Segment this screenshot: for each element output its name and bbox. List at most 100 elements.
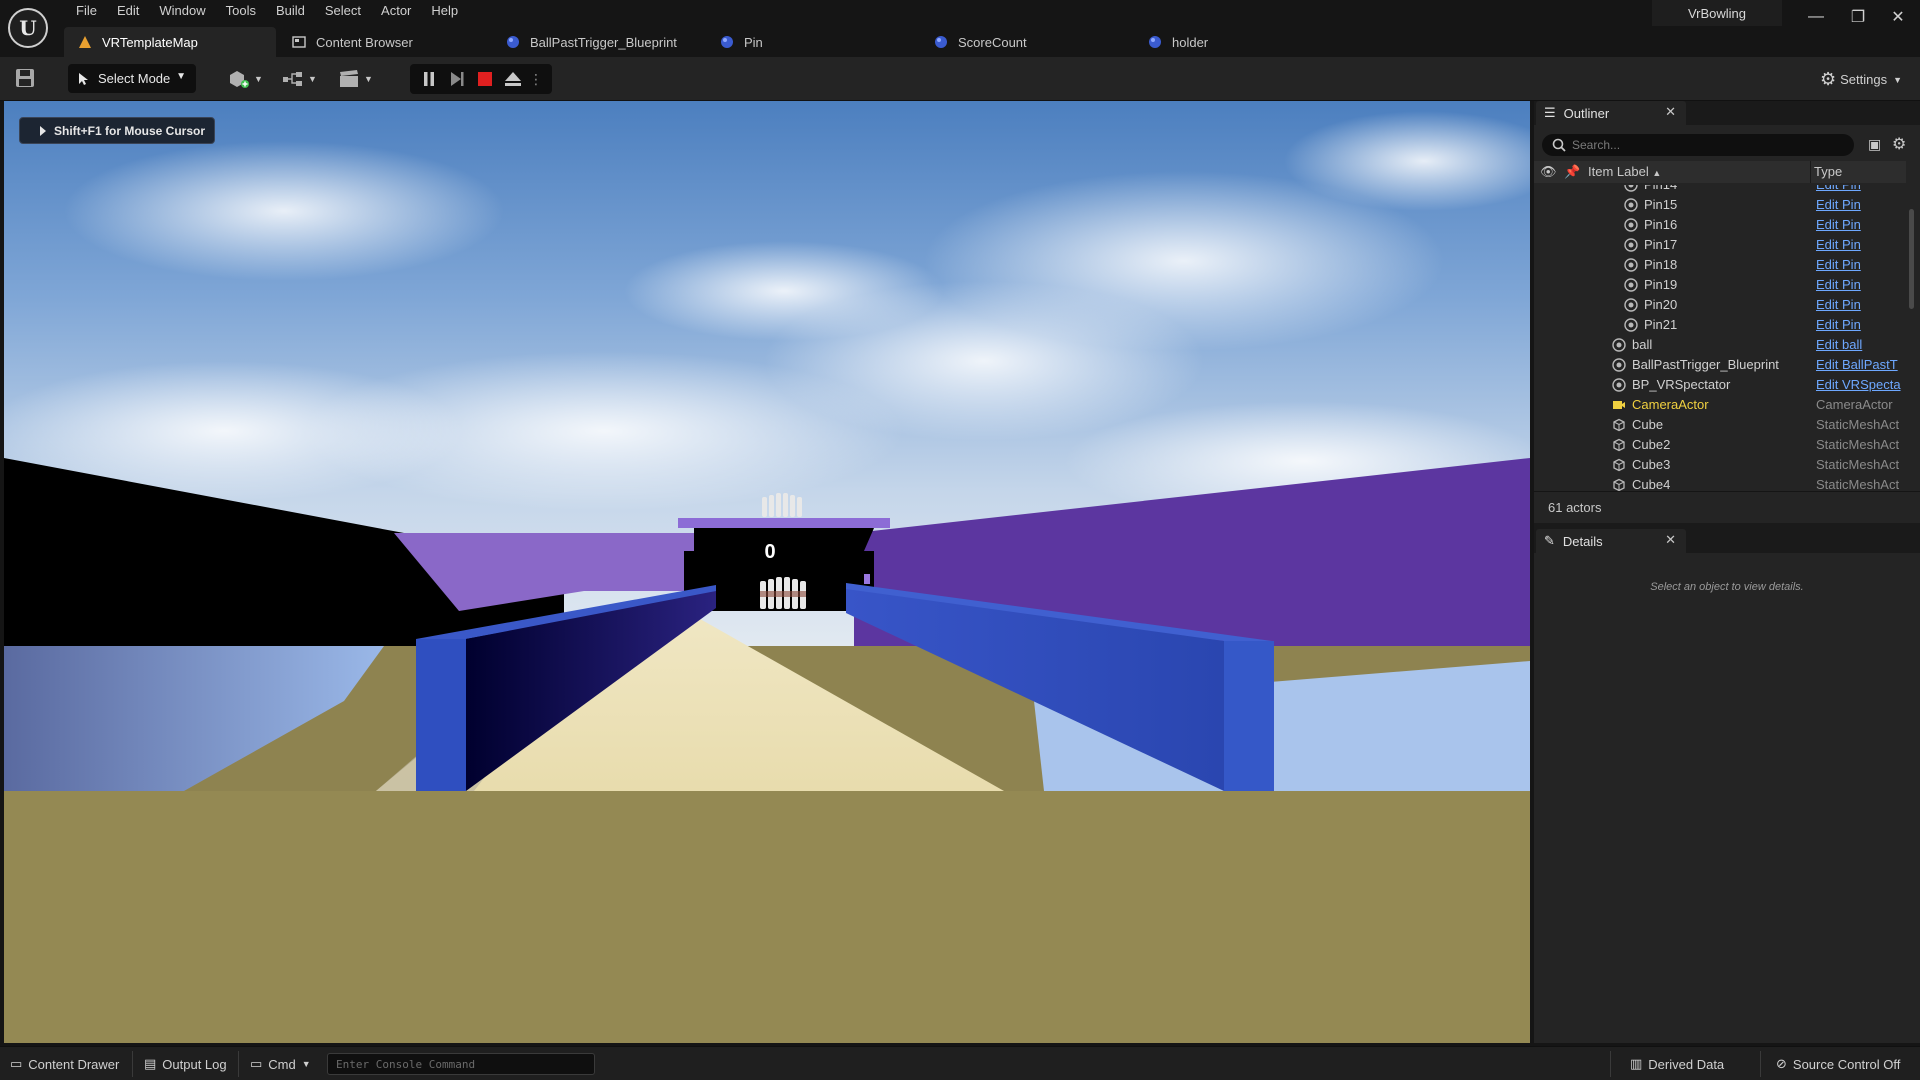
blueprint-actor-icon <box>1624 298 1638 312</box>
menu-select[interactable]: Select <box>315 0 371 24</box>
tab-scorecount[interactable]: ScoreCount <box>920 27 1132 57</box>
cinematics-button[interactable]: ▼ <box>338 67 373 91</box>
outliner-row[interactable]: BallPastTrigger_Blueprint Edit BallPastT <box>1534 355 1906 375</box>
save-icon[interactable] <box>14 67 36 89</box>
camera-icon <box>1612 398 1626 412</box>
outliner-row[interactable]: Pin21 Edit Pin <box>1534 315 1906 335</box>
tab-holder[interactable]: holder <box>1134 27 1346 57</box>
pause-button[interactable] <box>418 68 440 90</box>
tab-content-browser[interactable]: Content Browser <box>278 27 490 57</box>
outliner-row[interactable]: Cube StaticMeshAct <box>1534 415 1906 435</box>
close-icon[interactable]: ✕ <box>1665 532 1676 548</box>
play-options-button[interactable]: ⋮ <box>528 68 544 90</box>
outliner-row-label: Cube3 <box>1632 457 1671 472</box>
edit-blueprint-link[interactable]: Edit BallPastT <box>1816 357 1906 372</box>
edit-blueprint-link[interactable]: Edit Pin <box>1816 185 1906 192</box>
edit-blueprint-link[interactable]: Edit Pin <box>1816 277 1906 292</box>
outliner-row[interactable]: CameraActor CameraActor <box>1534 395 1906 415</box>
menu-tools[interactable]: Tools <box>216 0 266 24</box>
chevron-down-icon: ▼ <box>254 74 263 84</box>
edit-blueprint-link[interactable]: Edit Pin <box>1816 197 1906 212</box>
chevron-down-icon: ▼ <box>364 74 373 84</box>
item-label-column[interactable]: Item Label ▲ <box>1588 164 1661 179</box>
menu-edit[interactable]: Edit <box>107 0 149 24</box>
details-empty-message: Select an object to view details. <box>1650 581 1804 593</box>
tab-vrtemplatemap[interactable]: VRTemplateMap <box>64 27 276 57</box>
close-window-button[interactable]: ✕ <box>1878 0 1918 34</box>
separator <box>1760 1051 1761 1077</box>
close-icon[interactable]: ✕ <box>1665 104 1676 120</box>
edit-blueprint-link[interactable]: Edit Pin <box>1816 257 1906 272</box>
menu-window[interactable]: Window <box>149 0 215 24</box>
add-folder-icon[interactable]: ▣ <box>1868 136 1881 153</box>
blueprint-icon <box>1149 36 1161 48</box>
blueprints-button[interactable]: ▼ <box>282 67 317 91</box>
menu-build[interactable]: Build <box>266 0 315 24</box>
outliner-row[interactable]: Cube3 StaticMeshAct <box>1534 455 1906 475</box>
outliner-row[interactable]: ball Edit ball <box>1534 335 1906 355</box>
edit-blueprint-link[interactable]: Edit Pin <box>1816 297 1906 312</box>
edit-blueprint-link[interactable]: Edit ball <box>1816 337 1906 352</box>
menu-file[interactable]: File <box>66 0 107 24</box>
gear-icon[interactable]: ⚙ <box>1892 134 1906 154</box>
add-actor-button[interactable]: ▼ <box>228 67 263 91</box>
output-log-button[interactable]: ▤ Output Log <box>144 1056 227 1072</box>
tab-pin[interactable]: Pin <box>706 27 918 57</box>
eject-button[interactable] <box>502 68 524 90</box>
outliner-row-label: Pin18 <box>1644 257 1678 272</box>
details-panel: Select an object to view details. <box>1534 553 1920 1043</box>
pin-icon[interactable]: 📌 <box>1564 164 1580 180</box>
blueprint-actor-icon <box>1624 318 1638 332</box>
tab-ballpasttrigger-blueprint[interactable]: BallPastTrigger_Blueprint <box>492 27 704 57</box>
source-control-label: Source Control Off <box>1792 1056 1901 1072</box>
settings-dropdown[interactable]: ⚙ Settings ▼ <box>1820 69 1902 90</box>
outliner-row[interactable]: Pin14 Edit Pin <box>1534 185 1906 195</box>
unreal-logo-icon[interactable]: U <box>8 8 48 48</box>
mouse-hint-label: Shift+F1 for Mouse Cursor <box>54 123 206 138</box>
menu-actor[interactable]: Actor <box>371 0 421 24</box>
mouse-cursor-hint[interactable]: Shift+F1 for Mouse Cursor <box>19 117 215 144</box>
source-control-button[interactable]: ⊘ Source Control Off <box>1776 1056 1900 1072</box>
details-title: Details <box>1562 533 1603 549</box>
viewport-scene <box>4 101 1530 1043</box>
cmd-label: Cmd <box>268 1056 296 1072</box>
outliner-tab[interactable]: ☰ Outliner ✕ <box>1536 101 1686 125</box>
derived-data-label: Derived Data <box>1648 1056 1725 1072</box>
outliner-row[interactable]: Pin20 Edit Pin <box>1534 295 1906 315</box>
cmd-dropdown[interactable]: ▭ Cmd ▼ <box>250 1056 311 1072</box>
column-divider[interactable] <box>1810 161 1811 183</box>
content-drawer-button[interactable]: ▭ Content Drawer <box>10 1056 119 1072</box>
derived-data-button[interactable]: ▥ Derived Data <box>1630 1056 1724 1072</box>
edit-blueprint-link[interactable]: Edit Pin <box>1816 317 1906 332</box>
frame-skip-button[interactable] <box>446 68 468 90</box>
outliner-row[interactable]: Pin17 Edit Pin <box>1534 235 1906 255</box>
play-controls: ⋮ <box>410 64 552 94</box>
outliner-row[interactable]: Cube4 StaticMeshAct <box>1534 475 1906 491</box>
outliner-row[interactable]: Cube2 StaticMeshAct <box>1534 435 1906 455</box>
outliner-search-input[interactable]: Search... <box>1542 134 1854 156</box>
separator <box>238 1051 239 1077</box>
menu-help[interactable]: Help <box>421 0 468 24</box>
outliner-row[interactable]: Pin19 Edit Pin <box>1534 275 1906 295</box>
outliner-row-label: Pin16 <box>1644 217 1678 232</box>
drawer-icon: ▭ <box>10 1056 23 1071</box>
visibility-eye-icon[interactable]: 👁 <box>1540 164 1557 180</box>
select-mode-dropdown[interactable]: Select Mode ▼ <box>68 64 196 93</box>
outliner-row[interactable]: Pin16 Edit Pin <box>1534 215 1906 235</box>
outliner-scrollbar[interactable] <box>1909 209 1914 309</box>
actor-count: 61 actors <box>1534 491 1920 523</box>
outliner-row[interactable]: Pin15 Edit Pin <box>1534 195 1906 215</box>
type-column[interactable]: Type <box>1814 164 1842 179</box>
restore-button[interactable]: ❐ <box>1838 0 1878 34</box>
stop-button[interactable] <box>474 68 496 90</box>
details-tab[interactable]: ✎ Details ✕ <box>1536 529 1686 553</box>
outliner-row[interactable]: Pin18 Edit Pin <box>1534 255 1906 275</box>
edit-blueprint-link[interactable]: Edit VRSpecta <box>1816 377 1906 392</box>
console-input[interactable]: Enter Console Command <box>327 1053 595 1075</box>
clapperboard-icon <box>340 70 358 87</box>
outliner-row[interactable]: BP_VRSpectator Edit VRSpecta <box>1534 375 1906 395</box>
edit-blueprint-link[interactable]: Edit Pin <box>1816 237 1906 252</box>
edit-blueprint-link[interactable]: Edit Pin <box>1816 217 1906 232</box>
minimize-button[interactable]: — <box>1796 0 1836 34</box>
level-viewport[interactable]: 0 Shift+F1 for Mouse Cursor <box>4 101 1530 1043</box>
